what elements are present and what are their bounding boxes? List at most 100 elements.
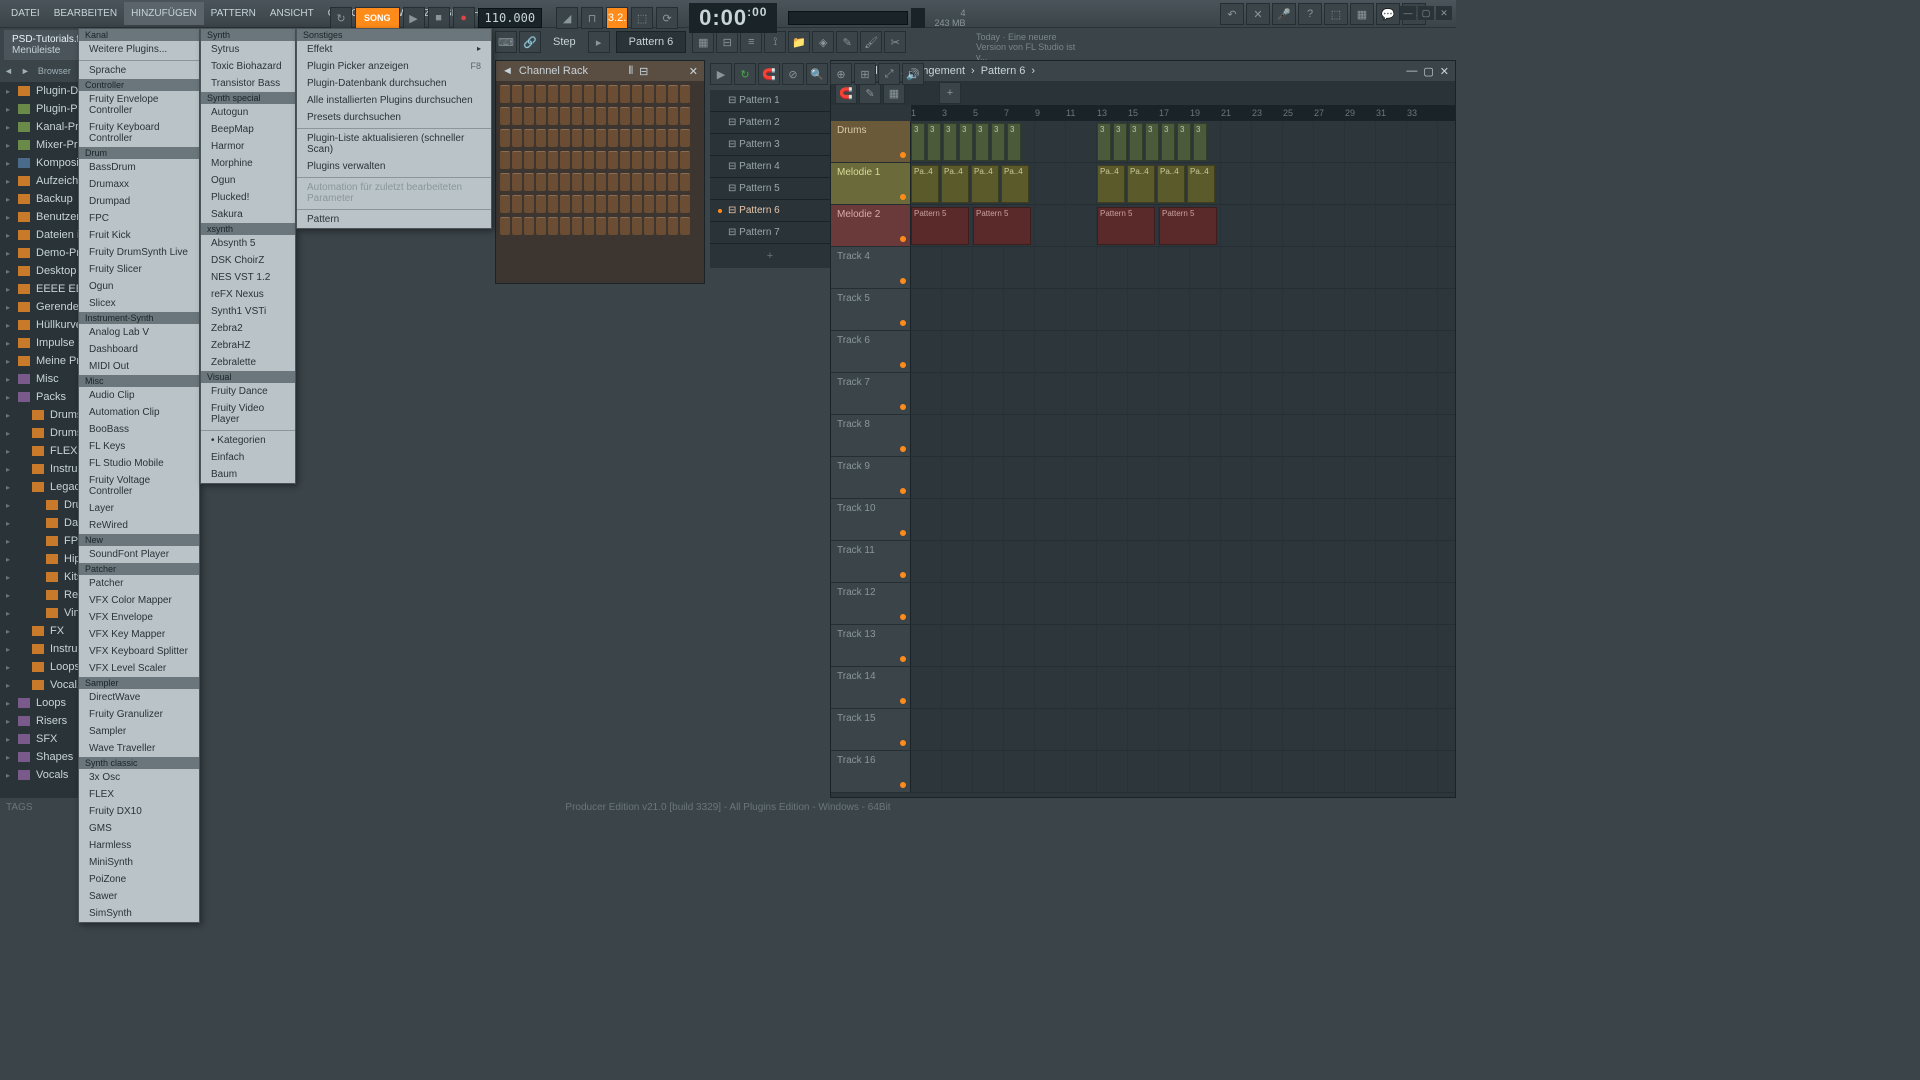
step-button[interactable] — [632, 173, 642, 191]
menu-item[interactable]: FLEX — [79, 786, 199, 803]
track-header[interactable]: Track 11 — [831, 541, 911, 582]
track-area[interactable] — [911, 583, 1455, 624]
clip[interactable]: Pa..4 — [971, 165, 999, 203]
step-button[interactable] — [680, 85, 690, 103]
step-button[interactable] — [680, 217, 690, 235]
menu-item[interactable]: FL Studio Mobile — [79, 455, 199, 472]
step-button[interactable] — [680, 195, 690, 213]
track-area[interactable] — [911, 667, 1455, 708]
menu-item[interactable]: Alle installierten Plugins durchsuchen — [297, 92, 491, 109]
step-button[interactable] — [584, 195, 594, 213]
cr-graph-icon[interactable]: ⫴ — [628, 65, 633, 78]
channel-rack-steps[interactable] — [496, 81, 704, 243]
step-button[interactable] — [608, 85, 618, 103]
step-button[interactable] — [656, 195, 666, 213]
step-button[interactable] — [608, 151, 618, 169]
view-browser-button[interactable]: 📁 — [788, 31, 810, 53]
step-button[interactable] — [596, 107, 606, 125]
step-button[interactable] — [644, 173, 654, 191]
menu-item[interactable]: Effekt — [297, 41, 491, 58]
step-button[interactable] — [644, 85, 654, 103]
step-button[interactable] — [680, 129, 690, 147]
render-button[interactable]: 🎤 — [1272, 3, 1296, 25]
pattern-item[interactable]: ⊟ Pattern 7 — [710, 222, 830, 244]
menu-item[interactable]: FL Keys — [79, 438, 199, 455]
step-button[interactable] — [632, 217, 642, 235]
clip[interactable]: 3 — [1113, 123, 1127, 161]
step-button[interactable] — [668, 151, 678, 169]
clip[interactable]: 3 — [943, 123, 957, 161]
pattern-add-button[interactable]: + — [710, 244, 830, 268]
track-header[interactable]: Track 4 — [831, 247, 911, 288]
maximize-button[interactable]: ▢ — [1418, 6, 1434, 20]
step-button[interactable] — [644, 151, 654, 169]
track-header[interactable]: Track 9 — [831, 457, 911, 498]
channel-rack-close[interactable]: ✕ — [689, 65, 698, 78]
step-button[interactable] — [500, 107, 510, 125]
help-button[interactable]: ? — [1298, 3, 1322, 25]
step-button[interactable] — [560, 151, 570, 169]
step-button[interactable] — [512, 85, 522, 103]
step-button[interactable] — [536, 151, 546, 169]
track-header[interactable]: Track 16 — [831, 751, 911, 792]
typing-kbd-button[interactable]: ⌨ — [495, 31, 517, 53]
step-button[interactable] — [680, 173, 690, 191]
menu-item[interactable]: Presets durchsuchen — [297, 109, 491, 126]
clip[interactable]: 3 — [927, 123, 941, 161]
track-header[interactable]: Track 8 — [831, 415, 911, 456]
menu-item[interactable]: 3x Osc — [79, 769, 199, 786]
step-button[interactable] — [572, 129, 582, 147]
step-button[interactable] — [512, 107, 522, 125]
step-button[interactable] — [512, 151, 522, 169]
step-button[interactable] — [620, 107, 630, 125]
step-button[interactable] — [584, 129, 594, 147]
step-button[interactable] — [524, 195, 534, 213]
stop-button[interactable]: ■ — [428, 7, 450, 29]
menu-datei[interactable]: DATEI — [4, 2, 47, 25]
step-button[interactable] — [536, 129, 546, 147]
pl-add-button[interactable]: + — [939, 82, 961, 104]
playlist-max-button[interactable]: ▢ — [1423, 65, 1433, 78]
menu-item[interactable]: Einfach — [201, 449, 295, 466]
menu-item[interactable]: NES VST 1.2 — [201, 269, 295, 286]
playlist-subtitle[interactable]: Pattern 6 — [981, 65, 1026, 77]
clip[interactable]: 3 — [911, 123, 925, 161]
browser-nav-fwd[interactable]: ► — [21, 66, 30, 76]
step-button[interactable] — [572, 85, 582, 103]
menu-item[interactable]: Fruity DrumSynth Live — [79, 244, 199, 261]
clip[interactable]: 3 — [1161, 123, 1175, 161]
step-button[interactable] — [656, 107, 666, 125]
pattern-selector[interactable]: Pattern 6 — [616, 31, 687, 53]
menu-item[interactable]: SimSynth — [79, 905, 199, 922]
snap-play-button[interactable]: ▶ — [710, 63, 732, 85]
step-button[interactable] — [560, 195, 570, 213]
step-button[interactable] — [524, 217, 534, 235]
clip[interactable]: 3 — [1097, 123, 1111, 161]
snap-sync-button[interactable]: ↻ — [734, 63, 756, 85]
step-button[interactable] — [632, 107, 642, 125]
menu-item[interactable]: DSK ChoirZ — [201, 252, 295, 269]
track-area[interactable]: Pattern 5Pattern 5Pattern 5Pattern 5 — [911, 205, 1455, 246]
view-piano-button[interactable]: ⊟ — [716, 31, 738, 53]
menu-item[interactable]: Plugin-Datenbank durchsuchen — [297, 75, 491, 92]
track-header[interactable]: Track 13 — [831, 625, 911, 666]
step-button[interactable] — [632, 151, 642, 169]
step-button[interactable] — [608, 217, 618, 235]
menu-item[interactable]: Patcher — [79, 575, 199, 592]
menu-item[interactable]: Absynth 5 — [201, 235, 295, 252]
snap-zoom-button[interactable]: 🔍 — [806, 63, 828, 85]
step-button[interactable] — [644, 107, 654, 125]
step-button[interactable] — [620, 129, 630, 147]
clip[interactable]: Pattern 5 — [1159, 207, 1217, 245]
track-area[interactable] — [911, 541, 1455, 582]
snap-link-button[interactable]: ⊘ — [782, 63, 804, 85]
step-button[interactable] — [668, 217, 678, 235]
step-button[interactable] — [584, 151, 594, 169]
menu-item[interactable]: VFX Key Mapper — [79, 626, 199, 643]
track-area[interactable] — [911, 247, 1455, 288]
menu-item[interactable]: Plucked! — [201, 189, 295, 206]
step-button[interactable] — [596, 85, 606, 103]
step-button[interactable] — [596, 195, 606, 213]
step-button[interactable] — [524, 129, 534, 147]
menu-item[interactable]: MiniSynth — [79, 854, 199, 871]
